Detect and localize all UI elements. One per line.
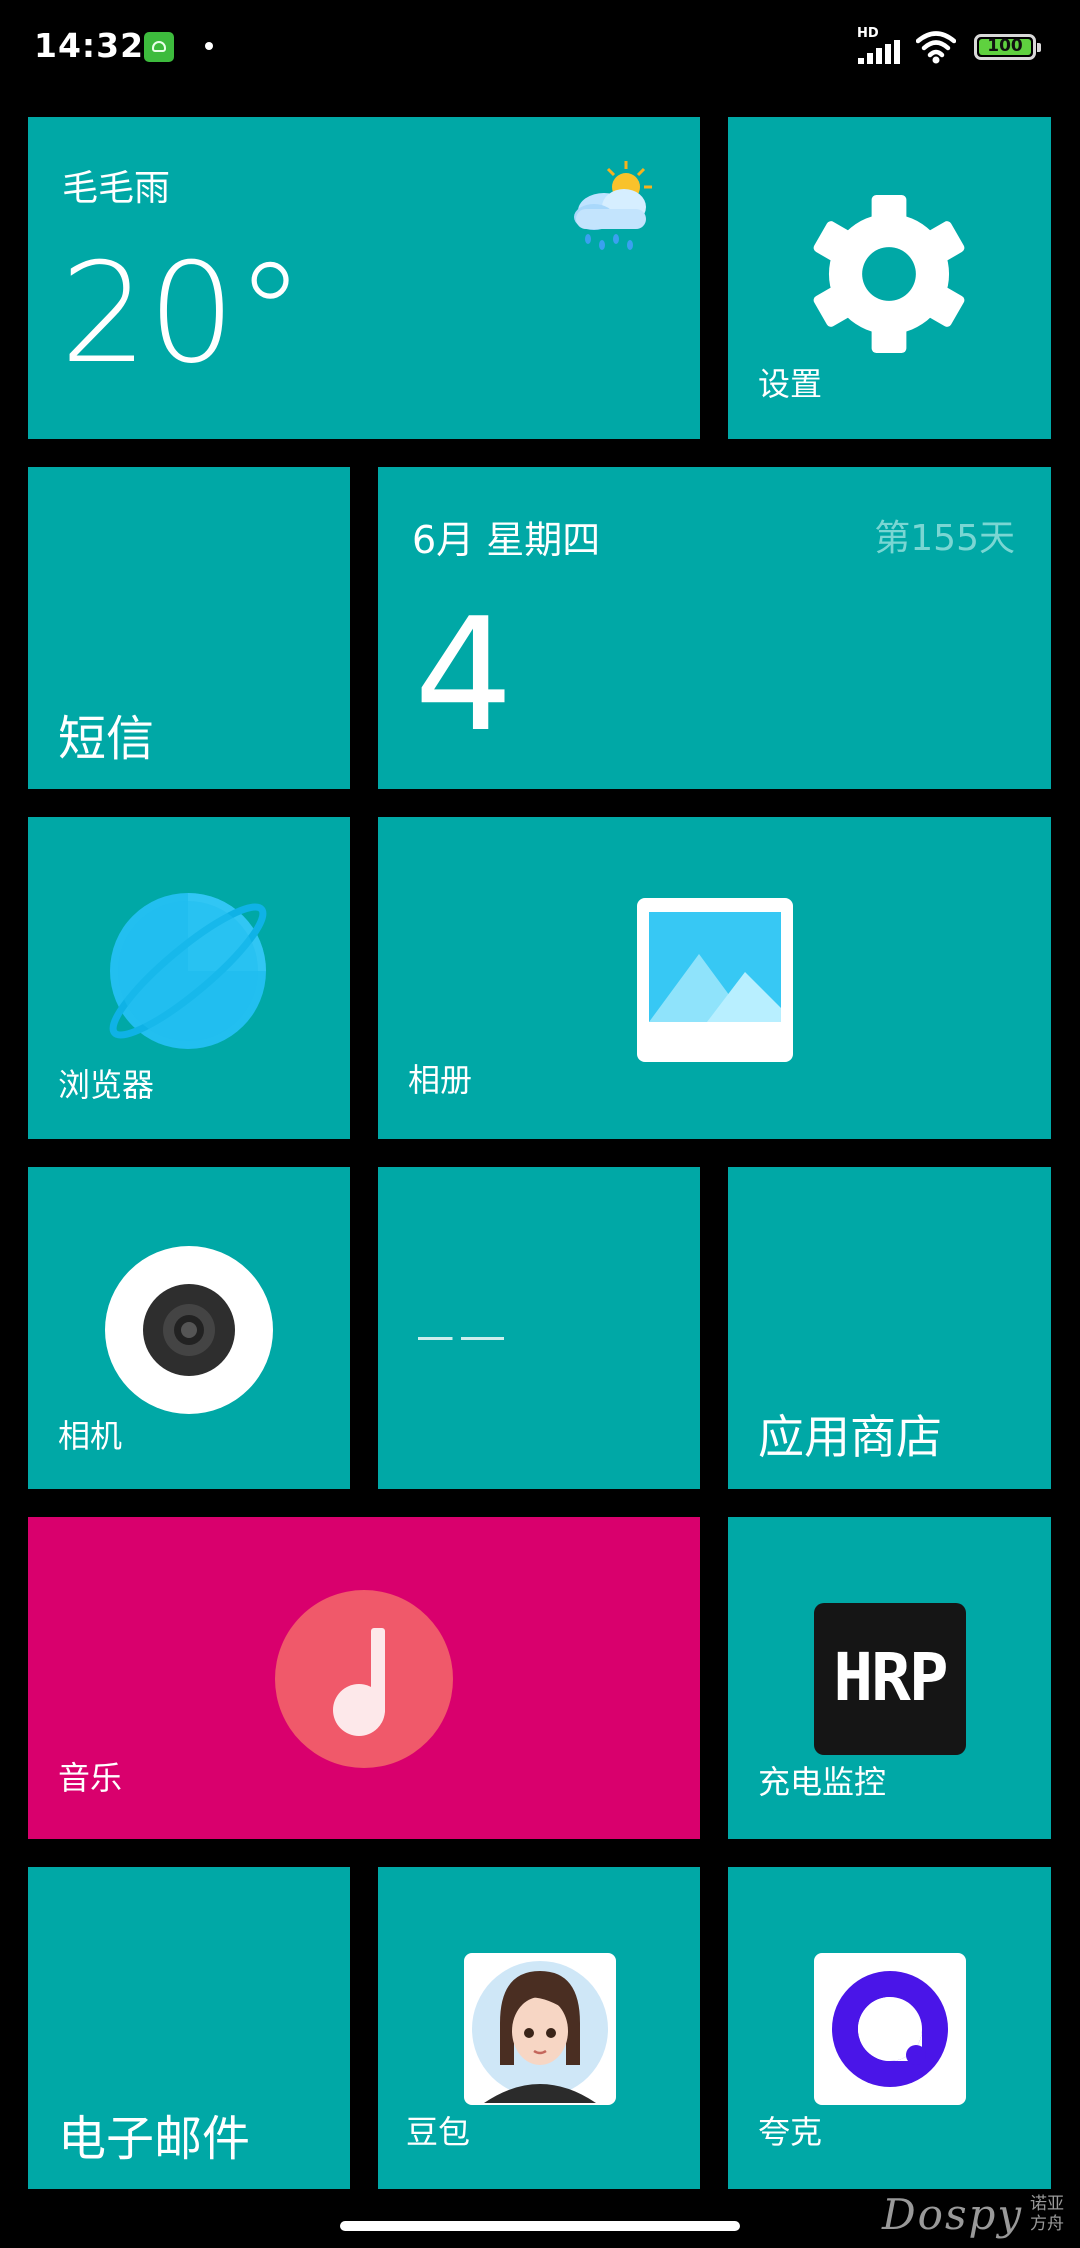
- sms-label: 短信: [58, 711, 155, 767]
- appstore-label: 应用商店: [758, 1410, 942, 1464]
- watermark-line2: 方舟: [1030, 2214, 1064, 2234]
- quark-tile[interactable]: 夸克: [728, 1867, 1051, 2189]
- status-time: 14:32: [34, 26, 145, 65]
- doubao-tile[interactable]: 豆包: [378, 1867, 700, 2189]
- battery-icon: 100: [974, 34, 1041, 60]
- settings-tile[interactable]: 设置: [728, 117, 1051, 439]
- home-indicator[interactable]: [340, 2221, 740, 2231]
- gear-icon: [813, 195, 965, 353]
- calendar-date: 4: [414, 584, 514, 766]
- camera-lens-icon: [105, 1246, 273, 1414]
- calendar-month-weekday: 6月 星期四: [412, 518, 601, 562]
- email-tile[interactable]: 电子邮件: [28, 1867, 350, 2189]
- watermark-sub: 诺亚 方舟: [1030, 2194, 1064, 2234]
- weather-condition: 毛毛雨: [62, 168, 171, 209]
- doubao-label: 豆包: [406, 2113, 471, 2151]
- gallery-tile[interactable]: 相册: [378, 817, 1051, 1139]
- weather-temperature: 20°: [60, 233, 305, 394]
- watermark-line1: 诺亚: [1030, 2194, 1064, 2214]
- photo-icon: [637, 898, 793, 1062]
- avatar-girl-icon: [464, 1953, 616, 2105]
- music-label: 音乐: [58, 1759, 123, 1797]
- battery-level-text: 100: [987, 36, 1023, 56]
- camera-tile[interactable]: 相机: [28, 1167, 350, 1489]
- charge-monitor-tile[interactable]: HRP 充电监控: [728, 1517, 1051, 1839]
- sms-tile[interactable]: 短信: [28, 467, 350, 789]
- browser-label: 浏览器: [58, 1066, 155, 1104]
- watermark-brand: Dospy: [882, 2190, 1024, 2239]
- hrp-icon-text: HRP: [833, 1639, 948, 1716]
- charge-monitor-label: 充电监控: [758, 1763, 887, 1801]
- music-note-icon: [275, 1590, 453, 1768]
- notification-dot-icon: [205, 42, 213, 50]
- status-bar: 14:32 HD 100: [0, 0, 1080, 95]
- calendar-day-count: 第155天: [874, 518, 1015, 559]
- music-tile[interactable]: 音乐: [28, 1517, 700, 1839]
- calendar-tile[interactable]: 6月 星期四 第155天 4: [378, 467, 1051, 789]
- network-type: HD: [857, 26, 879, 41]
- wifi-icon: [916, 31, 956, 64]
- browser-tile[interactable]: 浏览器: [28, 817, 350, 1139]
- app-notification-icon: [144, 32, 174, 62]
- cloud-rain-sun-icon: [574, 161, 652, 250]
- appstore-tile[interactable]: 应用商店: [728, 1167, 1051, 1489]
- signal-icon: [858, 40, 900, 64]
- settings-label: 设置: [758, 365, 823, 403]
- gallery-label: 相册: [408, 1061, 473, 1099]
- camera-label: 相机: [58, 1417, 123, 1455]
- hrp-app-icon: HRP: [814, 1603, 966, 1755]
- placeholder-tile[interactable]: [378, 1167, 700, 1489]
- email-label: 电子邮件: [58, 2111, 251, 2167]
- quark-icon: [814, 1953, 966, 2105]
- planet-icon: [109, 893, 267, 1049]
- quark-label: 夸克: [758, 2113, 823, 2151]
- weather-tile[interactable]: 毛毛雨 20°: [28, 117, 700, 439]
- loading-indicator: [418, 1337, 504, 1340]
